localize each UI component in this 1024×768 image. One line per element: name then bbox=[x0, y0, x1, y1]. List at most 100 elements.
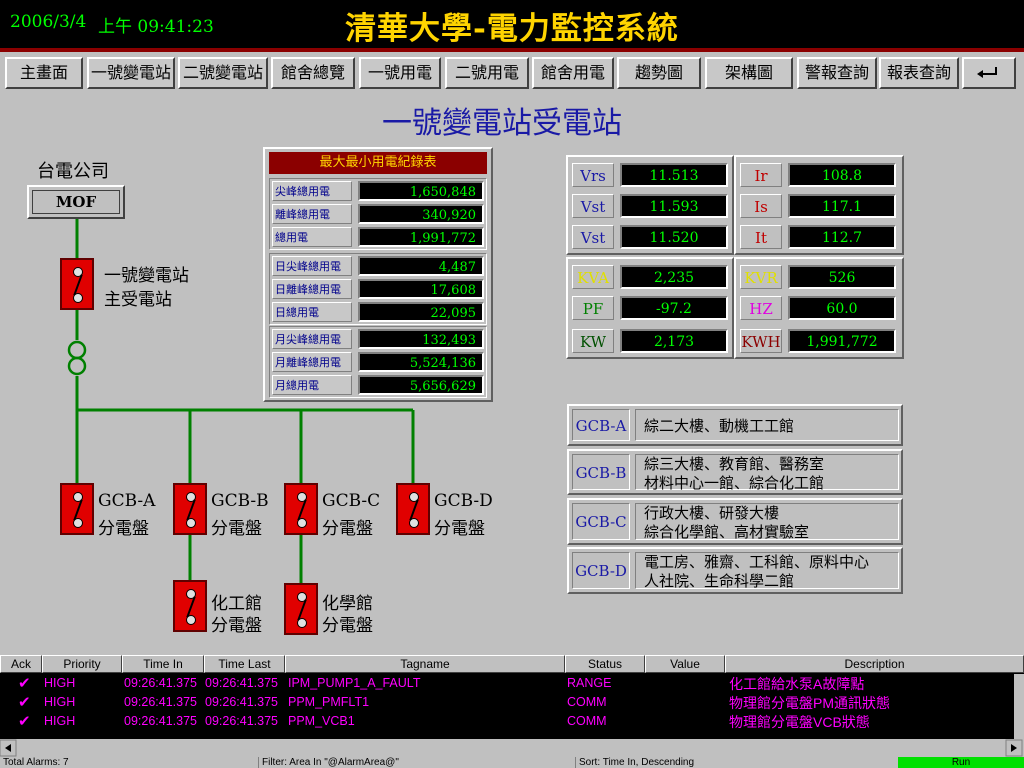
total-group: 尖峰總用電 1,650,848 離峰總用電 340,920 總用電 1,991,… bbox=[269, 178, 487, 250]
gcb-a-breaker-icon[interactable] bbox=[60, 483, 94, 535]
record-label: 離峰總用電 bbox=[272, 204, 352, 224]
col-tagname[interactable]: Tagname bbox=[285, 655, 565, 673]
gcb-c-label: GCB-C bbox=[322, 491, 381, 511]
record-label: 尖峰總用電 bbox=[272, 181, 352, 201]
total-alarms: Total Alarms: 7 bbox=[3, 757, 69, 768]
ack-check-icon: ✔ bbox=[18, 694, 31, 711]
alarm-status: COMM bbox=[567, 695, 607, 709]
meter-label: KVA bbox=[572, 265, 614, 289]
alarm-status: RANGE bbox=[567, 676, 612, 690]
horizontal-scrollbar[interactable] bbox=[0, 739, 1024, 757]
gcb-b-row[interactable]: GCB-B 綜三大樓、教育館、醫務室 材料中心一館、綜合化工館 bbox=[567, 449, 903, 495]
record-label: 日尖峰總用電 bbox=[272, 256, 352, 276]
nav-alarm-query-button[interactable]: 警報查詢 bbox=[797, 57, 877, 89]
chemistry-sub: 分電盤 bbox=[322, 616, 373, 636]
alarm-time-in: 09:26:41.375 bbox=[124, 714, 197, 728]
daily-group: 日尖峰總用電 4,487 日離峰總用電 17,608 日總用電 22,095 bbox=[269, 253, 487, 325]
alarm-tag: PPM_PMFLT1 bbox=[288, 695, 370, 709]
energy-group: KVR 526 HZ 60.0 KWH 1,991,772 bbox=[734, 257, 904, 359]
nav-architecture-button[interactable]: 架構圖 bbox=[705, 57, 793, 89]
ack-check-icon: ✔ bbox=[18, 713, 31, 730]
gcb-d-label: GCB-D bbox=[434, 491, 493, 511]
record-value: 5,656,629 bbox=[358, 375, 484, 395]
gcb-c-breaker-icon[interactable] bbox=[284, 483, 318, 535]
record-label: 月總用電 bbox=[272, 375, 352, 395]
back-button[interactable] bbox=[962, 57, 1016, 89]
meter-value: 11.520 bbox=[620, 225, 728, 249]
measurement-panel: Vrs 11.513 Vst 11.593 Vst 11.520 Ir 108.… bbox=[566, 155, 904, 361]
alarm-time-in: 09:26:41.375 bbox=[124, 695, 197, 709]
nav-trend-button[interactable]: 趨勢圖 bbox=[617, 57, 701, 89]
alarm-time-in: 09:26:41.375 bbox=[124, 676, 197, 690]
meter-label: Vst bbox=[572, 225, 614, 249]
alarm-time-last: 09:26:41.375 bbox=[205, 695, 278, 709]
alarm-filter: Filter: Area In "@AlarmArea@" bbox=[258, 757, 399, 768]
alarm-tag: PPM_VCB1 bbox=[288, 714, 355, 728]
gcb-b-breaker-icon[interactable] bbox=[173, 483, 207, 535]
utility-company-label: 台電公司 bbox=[37, 161, 109, 182]
ack-check-icon: ✔ bbox=[18, 675, 31, 692]
vertical-scrollbar[interactable] bbox=[1014, 674, 1024, 739]
meter-value: 117.1 bbox=[788, 194, 896, 218]
nav-report-query-button[interactable]: 報表查詢 bbox=[879, 57, 959, 89]
meter-label: Vrs bbox=[572, 163, 614, 187]
meter-value: 11.513 bbox=[620, 163, 728, 187]
col-status[interactable]: Status bbox=[565, 655, 645, 673]
gcb-c-row[interactable]: GCB-C 行政大樓、研發大樓 綜合化學館、高材實驗室 bbox=[567, 498, 903, 545]
power-group: KVA 2,235 PF -97.2 KW 2,173 bbox=[566, 257, 734, 359]
chem-eng-breaker-icon[interactable] bbox=[173, 580, 207, 632]
meter-value: 11.593 bbox=[620, 194, 728, 218]
monthly-group: 月尖峰總用電 132,493 月離峰總用電 5,524,136 月總用電 5,6… bbox=[269, 326, 487, 398]
meter-label: Is bbox=[740, 194, 782, 218]
gcb-d-row[interactable]: GCB-D 電工房、雅齋、工科館、原料中心 人社院、生命科學二館 bbox=[567, 547, 903, 594]
alarm-desc: 化工館給水泵A故障點 bbox=[729, 676, 865, 692]
mof-box[interactable]: MOF bbox=[27, 185, 125, 219]
col-description[interactable]: Description bbox=[725, 655, 1024, 673]
meter-label: HZ bbox=[740, 296, 782, 320]
meter-value: 60.0 bbox=[788, 296, 896, 320]
alarm-priority: HIGH bbox=[44, 676, 76, 690]
meter-value: 2,173 bbox=[620, 329, 728, 353]
gcb-desc-line: 電工房、雅齋、工科館、原料中心 bbox=[644, 553, 870, 571]
gcb-d-breaker-icon[interactable] bbox=[396, 483, 430, 535]
alarm-desc: 物理館分電盤VCB狀態 bbox=[729, 714, 870, 730]
gcb-desc-line: 綜合化學館、高材實驗室 bbox=[644, 523, 810, 541]
alarm-tag: IPM_PUMP1_A_FAULT bbox=[288, 676, 421, 690]
col-ack[interactable]: Ack bbox=[0, 655, 42, 673]
record-value: 4,487 bbox=[358, 256, 484, 276]
meter-label: KW bbox=[572, 329, 614, 353]
record-label: 日離峰總用電 bbox=[272, 279, 352, 299]
col-time-in[interactable]: Time In bbox=[122, 655, 204, 673]
main-breaker-icon[interactable] bbox=[60, 258, 94, 310]
alarm-row[interactable]: ✔ HIGH 09:26:41.375 09:26:41.375 PPM_VCB… bbox=[0, 712, 1014, 731]
gcb-description: 綜二大樓、動機工工館 bbox=[635, 409, 899, 441]
col-time-last[interactable]: Time Last bbox=[204, 655, 285, 673]
col-value[interactable]: Value bbox=[645, 655, 725, 673]
alarm-row[interactable]: ✔ HIGH 09:26:41.375 09:26:41.375 PPM_PMF… bbox=[0, 693, 1014, 712]
record-value: 132,493 bbox=[358, 329, 484, 349]
record-label: 月離峰總用電 bbox=[272, 352, 352, 372]
transformer-icon bbox=[67, 340, 87, 376]
record-value: 1,991,772 bbox=[358, 227, 484, 247]
col-priority[interactable]: Priority bbox=[42, 655, 122, 673]
alarm-desc: 物理館分電盤PM通訊狀態 bbox=[729, 695, 890, 711]
record-value: 1,650,848 bbox=[358, 181, 484, 201]
meter-label: PF bbox=[572, 296, 614, 320]
gcb-name: GCB-A bbox=[572, 409, 630, 441]
meter-value: -97.2 bbox=[620, 296, 728, 320]
meter-value: 108.8 bbox=[788, 163, 896, 187]
chemistry-breaker-icon[interactable] bbox=[284, 583, 318, 635]
alarm-time-last: 09:26:41.375 bbox=[205, 714, 278, 728]
meter-value: 112.7 bbox=[788, 225, 896, 249]
gcb-name: GCB-B bbox=[572, 454, 630, 490]
alarm-status: COMM bbox=[567, 714, 607, 728]
scrollbar-arrows-icon bbox=[0, 739, 1023, 757]
meter-value: 526 bbox=[788, 265, 896, 289]
mof-label: MOF bbox=[32, 190, 120, 214]
gcb-desc-line: 人社院、生命科學二館 bbox=[644, 572, 795, 590]
record-label: 日總用電 bbox=[272, 302, 352, 322]
gcb-a-sub: 分電盤 bbox=[98, 519, 149, 539]
gcb-a-row[interactable]: GCB-A 綜二大樓、動機工工館 bbox=[567, 404, 903, 446]
gcb-b-sub: 分電盤 bbox=[211, 519, 262, 539]
alarm-row[interactable]: ✔ HIGH 09:26:41.375 09:26:41.375 IPM_PUM… bbox=[0, 674, 1014, 693]
